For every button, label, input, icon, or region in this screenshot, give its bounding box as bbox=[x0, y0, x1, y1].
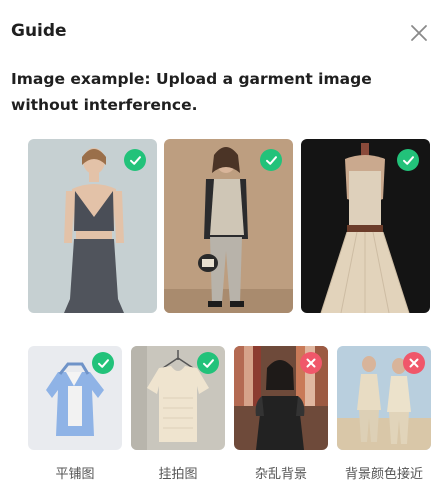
example-image-hanging bbox=[131, 346, 225, 450]
guide-description: Image example: Upload a garment image wi… bbox=[11, 70, 372, 114]
correct-check-icon bbox=[260, 149, 282, 171]
example-image-similar-background bbox=[337, 346, 431, 450]
caption-hanging: 挂拍图 bbox=[158, 467, 198, 482]
caption-similar-background: 背景颜色接近 bbox=[344, 467, 423, 482]
close-icon bbox=[411, 25, 427, 41]
example-image-flat-lay bbox=[28, 346, 122, 450]
correct-check-icon bbox=[124, 149, 146, 171]
caption-cluttered-background: 杂乱背景 bbox=[254, 467, 307, 482]
dialog-title: Guide bbox=[11, 21, 67, 41]
caption-flat-lay: 平铺图 bbox=[55, 467, 95, 482]
example-image-mannequin-dress bbox=[301, 139, 430, 313]
guide-dialog: Guide Image example: Upload a garment im… bbox=[0, 0, 444, 492]
example-image-model-crop-top bbox=[28, 139, 157, 313]
correct-check-icon bbox=[197, 352, 219, 374]
correct-check-icon bbox=[397, 149, 419, 171]
close-button[interactable] bbox=[404, 18, 434, 48]
incorrect-cross-icon bbox=[403, 352, 425, 374]
example-image-cluttered-background bbox=[234, 346, 328, 450]
example-image-model-blazer bbox=[164, 139, 293, 313]
incorrect-cross-icon bbox=[300, 352, 322, 374]
correct-check-icon bbox=[92, 352, 114, 374]
